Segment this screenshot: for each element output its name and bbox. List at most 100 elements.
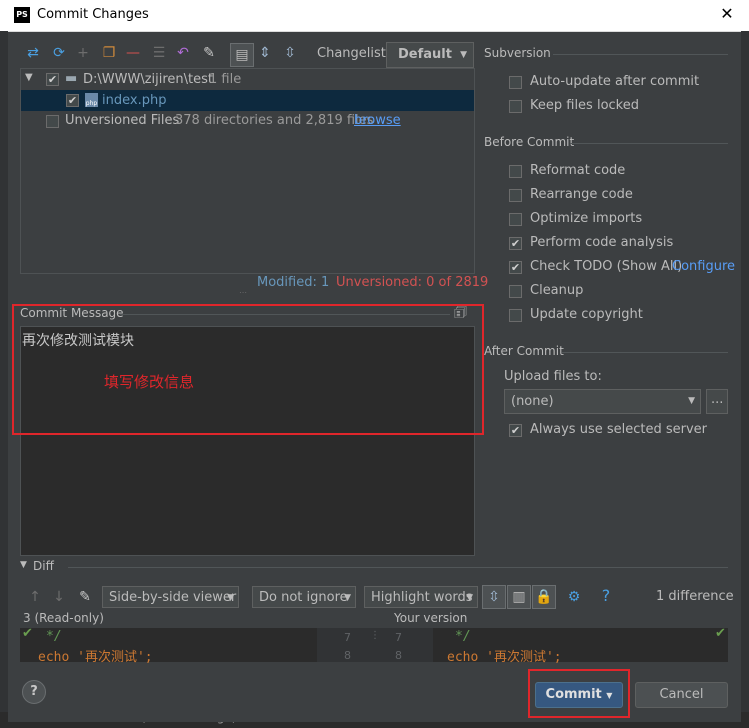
before-commit-title: Before Commit (484, 135, 575, 149)
subversion-title: Subversion (484, 46, 551, 60)
optimize-imports-checkbox[interactable] (509, 213, 522, 226)
collapse-arrow-icon[interactable]: ▼ (20, 560, 27, 570)
chevron-down-icon: ▼ (344, 593, 351, 603)
cleanup-label: Cleanup (530, 283, 584, 298)
reformat-checkbox[interactable] (509, 165, 522, 178)
diff-header[interactable]: ▼ Diff (20, 559, 728, 575)
cancel-button[interactable]: Cancel (635, 682, 728, 708)
show-directories-icon[interactable]: ▤ (230, 43, 254, 67)
splitter-handle[interactable]: ⋯ (239, 288, 247, 297)
file-checkbox[interactable]: ✔ (66, 94, 79, 107)
annotation-box (528, 669, 630, 718)
php-file-icon: php (85, 93, 98, 107)
divider (562, 352, 728, 353)
root-file-count: 1 file (209, 72, 242, 87)
auto-update-checkbox[interactable] (509, 76, 522, 89)
browse-link[interactable]: browse (354, 113, 401, 128)
always-use-server-checkbox[interactable]: ✔ (509, 424, 522, 437)
add-icon[interactable]: + (74, 44, 92, 62)
tree-file-row[interactable]: ✔ php index.php (21, 90, 474, 111)
chevron-down-icon: ▼ (460, 50, 467, 60)
viewer-mode-combo[interactable]: Side-by-side viewer ▼ (102, 586, 239, 608)
unversioned-count: 378 directories and 2,819 files (175, 113, 374, 128)
changelist-value: Default (398, 47, 452, 62)
viewer-mode-value: Side-by-side viewer (109, 590, 237, 605)
left-pane: ✔ */ echo '再次测试'; (20, 626, 317, 665)
rearrange-label: Rearrange code (530, 187, 633, 202)
difference-count: 1 difference (656, 589, 734, 604)
changelist-combo[interactable]: Default ▼ (386, 42, 474, 68)
diff-toolbar: ↑ ↓ ✎ Side-by-side viewer ▼ Do not ignor… (20, 584, 734, 610)
rearrange-checkbox[interactable] (509, 189, 522, 202)
ide-background-left (0, 31, 8, 728)
chevron-down-icon: ▼ (466, 593, 473, 603)
reformat-label: Reformat code (530, 163, 626, 178)
highlight-value: Highlight words (371, 590, 473, 605)
unversioned-status: Unversioned: 0 of 2819 (336, 275, 489, 290)
modified-count: Modified: 1 (257, 275, 330, 290)
help-button[interactable]: ? (22, 680, 46, 704)
close-icon[interactable]: ✕ (717, 4, 737, 24)
unversioned-row[interactable]: Unversioned Files 378 directories and 2,… (21, 112, 474, 132)
collapse-unchanged-icon[interactable]: ⇳ (482, 585, 506, 609)
changes-toolbar: ⇄ ⟳ + ❐ — ☰ ↶ ✎ ▤ ⇕ ⇳ Changelist: Defaul… (8, 40, 478, 68)
group-icon[interactable]: ☰ (150, 44, 168, 62)
changes-tree: ▼ ✔ ▬ D:\WWW\zijiren\test 1 file ✔ php i… (20, 68, 475, 274)
splitter-handle[interactable]: ⋮ (370, 630, 380, 641)
window-titlebar: PS Commit Changes ✕ (0, 0, 749, 32)
after-commit-title: After Commit (484, 344, 564, 358)
cleanup-checkbox[interactable] (509, 285, 522, 298)
phpstorm-logo-icon: PS (14, 7, 30, 23)
update-copyright-checkbox[interactable] (509, 309, 522, 322)
line-number: 7 (395, 631, 402, 644)
optimize-imports-label: Optimize imports (530, 211, 643, 226)
tree-root-row[interactable]: ▼ ✔ ▬ D:\WWW\zijiren\test 1 file (21, 70, 474, 90)
lock-icon[interactable]: 🔒 (532, 585, 556, 609)
check-todo-checkbox[interactable]: ✔ (509, 261, 522, 274)
edit-source-icon[interactable]: ✎ (76, 588, 94, 606)
expand-arrow-icon[interactable]: ▼ (25, 72, 33, 83)
root-checkbox[interactable]: ✔ (46, 73, 59, 86)
rollback-icon[interactable]: ↶ (174, 44, 192, 62)
folder-icon: ▬ (65, 71, 78, 86)
right-line-2: echo '再次测试'; (447, 650, 562, 665)
diff-icon[interactable]: ⇄ (24, 44, 42, 62)
move-icon[interactable]: ❐ (100, 44, 118, 62)
left-line-2: echo '再次测试'; (38, 650, 153, 665)
collapse-all-icon[interactable]: ⇳ (281, 44, 299, 62)
refresh-icon[interactable]: ⟳ (50, 44, 68, 62)
divider (570, 143, 728, 144)
commit-dialog: ⇄ ⟳ + ❐ — ☰ ↶ ✎ ▤ ⇕ ⇳ Changelist: Defaul… (8, 32, 741, 722)
chevron-down-icon: ▼ (688, 396, 695, 406)
configure-link[interactable]: Configure (672, 259, 735, 274)
ide-background-right (741, 31, 749, 728)
sync-scroll-icon[interactable]: ▥ (507, 585, 531, 609)
keep-locked-checkbox[interactable] (509, 100, 522, 113)
expand-all-icon[interactable]: ⇕ (256, 44, 274, 62)
whitespace-combo[interactable]: Do not ignore ▼ (252, 586, 356, 608)
highlight-combo[interactable]: Highlight words ▼ (364, 586, 478, 608)
keep-locked-label: Keep files locked (530, 98, 639, 113)
gear-icon[interactable]: ⚙ (565, 588, 583, 606)
auto-update-label: Auto-update after commit (530, 74, 700, 89)
line-number-gutter: 7 8 ⋮ 7 8 (317, 628, 433, 662)
browse-servers-button[interactable]: ... (706, 389, 728, 414)
whitespace-value: Do not ignore (259, 590, 348, 605)
always-use-server-label: Always use selected server (530, 422, 708, 437)
previous-difference-icon[interactable]: ↑ (26, 588, 44, 606)
remove-icon[interactable]: — (124, 44, 142, 62)
left-pane-title: 3 (Read-only) (23, 611, 104, 625)
right-pane-title: Your version (394, 611, 468, 625)
upload-server-combo[interactable]: (none) ▼ (504, 389, 701, 414)
line-number: 8 (395, 649, 402, 662)
check-icon: ✔ (22, 626, 33, 641)
help-icon[interactable]: ? (597, 587, 615, 605)
unversioned-label: Unversioned Files (65, 113, 180, 128)
code-analysis-checkbox[interactable]: ✔ (509, 237, 522, 250)
annotation-box (12, 304, 484, 435)
next-difference-icon[interactable]: ↓ (50, 588, 68, 606)
diff-panes: ✔ */ echo '再次测试'; 7 8 ⋮ 7 8 */ echo '再次测… (20, 626, 728, 665)
edit-icon[interactable]: ✎ (200, 44, 218, 62)
unversioned-checkbox[interactable] (46, 115, 59, 128)
divider (68, 567, 728, 568)
